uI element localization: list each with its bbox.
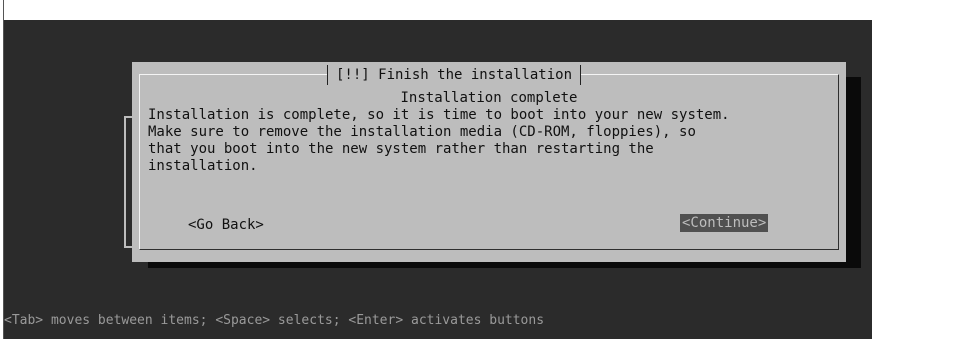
- installer-screen: [!!] Finish the installation Installatio…: [4, 20, 872, 339]
- status-bar-hint: <Tab> moves between items; <Space> selec…: [4, 313, 545, 328]
- finish-installation-dialog: [!!] Finish the installation Installatio…: [124, 62, 846, 262]
- dialog-subtitle: Installation complete: [400, 90, 578, 106]
- dialog-message: Installation is complete, so it is time …: [148, 107, 730, 174]
- continue-button[interactable]: <Continue>: [680, 214, 769, 232]
- dialog-side-bracket: [124, 116, 132, 248]
- go-back-button[interactable]: <Go Back>: [188, 216, 264, 234]
- dialog-title: [!!] Finish the installation: [327, 65, 582, 85]
